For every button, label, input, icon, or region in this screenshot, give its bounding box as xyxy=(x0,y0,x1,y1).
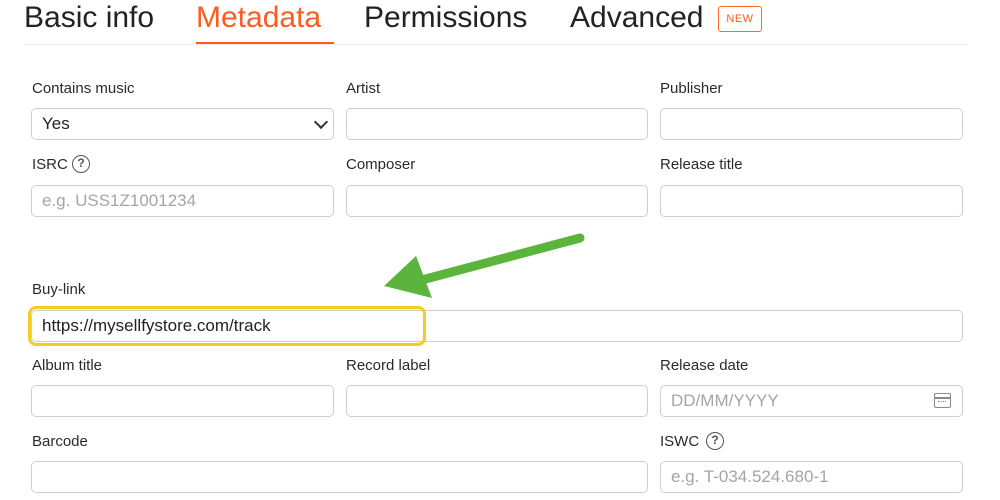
artist-label: Artist xyxy=(346,80,381,97)
question-circle-icon[interactable]: ? xyxy=(72,155,90,173)
calendar-icon[interactable] xyxy=(934,393,951,408)
buy-link-label: Buy-link xyxy=(32,281,86,298)
iswc-label: ISWC xyxy=(660,433,700,450)
publisher-label: Publisher xyxy=(660,80,723,97)
iswc-input[interactable] xyxy=(660,461,963,493)
record-label-input[interactable] xyxy=(346,385,648,417)
question-circle-icon[interactable]: ? xyxy=(706,432,724,450)
isrc-input[interactable] xyxy=(31,185,334,217)
new-badge: NEW xyxy=(718,6,762,32)
composer-label: Composer xyxy=(346,156,416,173)
publisher-input[interactable] xyxy=(660,108,963,140)
barcode-label: Barcode xyxy=(32,433,88,450)
tab-permissions[interactable]: Permissions xyxy=(364,0,527,36)
release-title-label: Release title xyxy=(660,156,743,173)
release-date-label: Release date xyxy=(660,357,749,374)
buy-link-input[interactable] xyxy=(31,310,963,342)
release-title-input[interactable] xyxy=(660,185,963,217)
record-label-label: Record label xyxy=(346,357,431,374)
contains-music-value: Yes xyxy=(42,114,70,133)
tab-bar: Basic info Metadata Permissions Advanced… xyxy=(0,0,1000,46)
release-date-input[interactable] xyxy=(660,385,963,417)
composer-input[interactable] xyxy=(346,185,648,217)
tab-basic-info[interactable]: Basic info xyxy=(24,0,154,36)
album-title-input[interactable] xyxy=(31,385,334,417)
contains-music-label: Contains music xyxy=(32,80,135,97)
barcode-input[interactable] xyxy=(31,461,648,493)
tabs-divider xyxy=(24,44,968,45)
contains-music-select[interactable]: Yes xyxy=(31,108,334,140)
tab-advanced[interactable]: Advanced xyxy=(570,0,703,36)
annotation-arrow xyxy=(384,233,585,298)
album-title-label: Album title xyxy=(32,357,103,374)
artist-input[interactable] xyxy=(346,108,648,140)
isrc-label: ISRC xyxy=(32,156,68,173)
tab-metadata[interactable]: Metadata xyxy=(196,0,321,36)
